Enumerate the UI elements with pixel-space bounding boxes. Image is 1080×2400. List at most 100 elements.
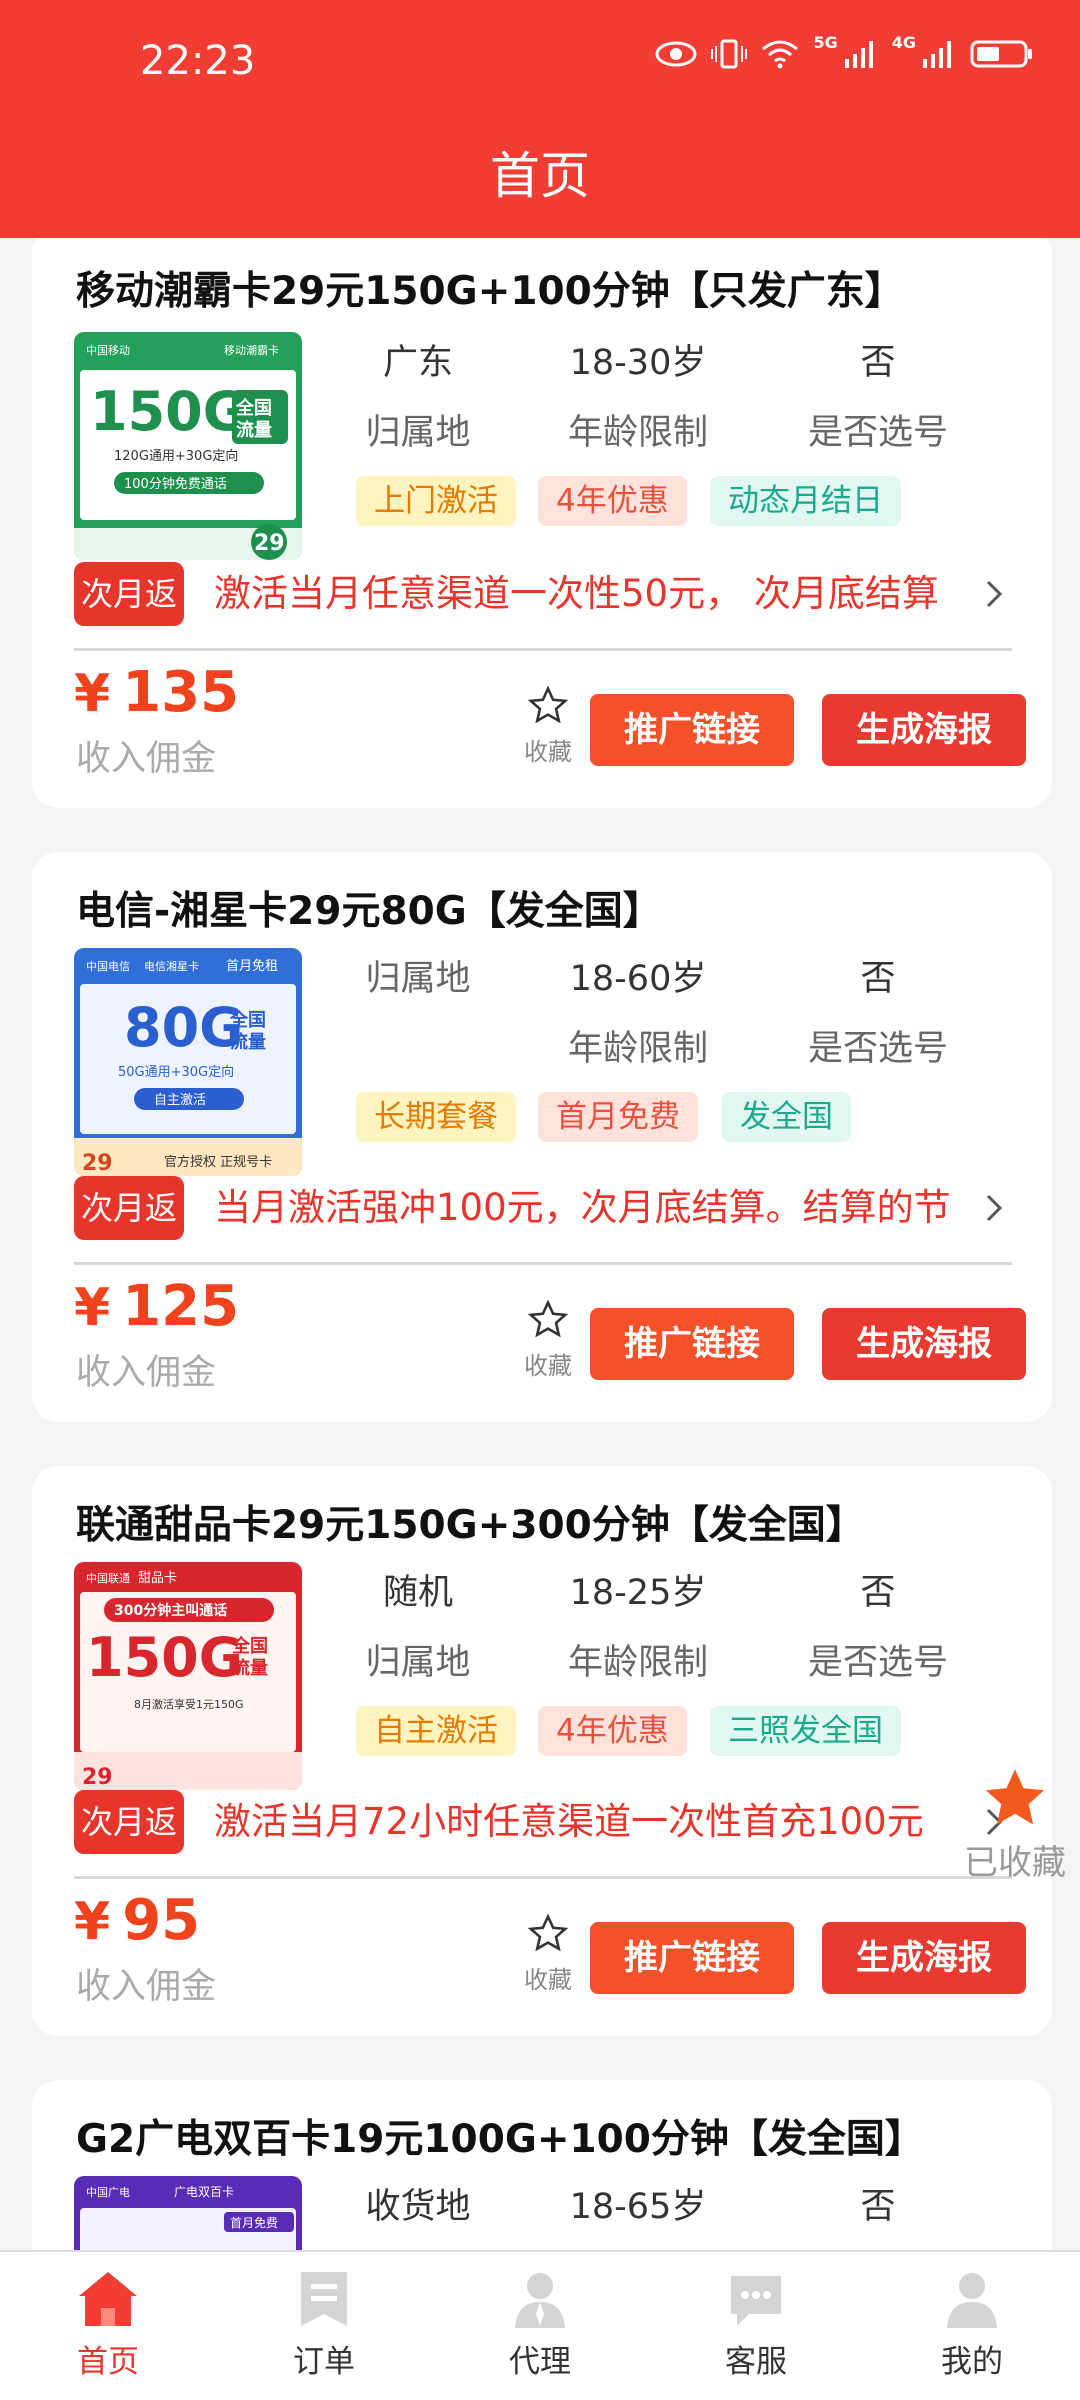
thumb-card-name: 移动潮霸卡 [224, 343, 279, 357]
product-title: 移动潮霸卡29元150G+100分钟【只发广东】 [76, 269, 904, 314]
generate-poster-button[interactable]: 生成海报 [822, 1308, 1026, 1380]
info-label-region: 归属地 [365, 959, 471, 999]
product-thumbnail: 中国联通 甜品卡 300分钟主叫通话 150G 全国 流量 8月激活享受1元15… [74, 1562, 302, 1790]
promo-link-button[interactable]: 推广链接 [590, 1308, 794, 1380]
tab-customer-service[interactable]: 客服 [648, 2252, 864, 2400]
floating-favorites-button[interactable]: 已收藏 [960, 1765, 1070, 1884]
rebate-badge: 次月返 [74, 1176, 184, 1240]
feature-tag: 上门激活 [356, 476, 516, 526]
tab-home[interactable]: 首页 [0, 2252, 216, 2400]
svg-text:流量: 流量 [236, 419, 272, 441]
svg-text:首月免租: 首月免租 [226, 959, 278, 974]
svg-text:全国: 全国 [231, 1635, 268, 1657]
favorite-button[interactable]: 收藏 [508, 684, 588, 767]
divider [74, 1876, 1012, 1879]
info-value-region: 广东 [382, 343, 453, 383]
info-value-age: 18-60岁 [569, 959, 707, 999]
battery-icon [970, 40, 1032, 68]
info-value-age: 18-65岁 [569, 2187, 707, 2227]
product-card[interactable]: 联通甜品卡29元150G+300分钟【发全国】 中国联通 甜品卡 300分钟主叫… [32, 1466, 1052, 2036]
star-outline-icon [527, 1913, 569, 1952]
divider [74, 648, 1012, 651]
feature-tag: 长期套餐 [356, 1092, 516, 1142]
agent-icon [515, 2273, 565, 2328]
thumb-brand: 中国电信 [86, 960, 130, 973]
svg-text:官方授权 正规号卡: 官方授权 正规号卡 [164, 1154, 272, 1170]
promo-link-button[interactable]: 推广链接 [590, 694, 794, 766]
signal-icon [923, 41, 951, 68]
tab-orders[interactable]: 订单 [216, 2252, 432, 2400]
network-5g-label: 5G [813, 32, 838, 52]
product-title: 电信-湘星卡29元80G【发全国】 [76, 889, 662, 934]
svg-text:流量: 流量 [232, 1657, 268, 1679]
info-value-choose-number: 否 [860, 1573, 896, 1613]
page-title: 首页 [490, 147, 590, 205]
star-outline-icon [527, 685, 569, 724]
product-title: 联通甜品卡29元150G+300分钟【发全国】 [76, 1503, 865, 1548]
income-label: 收入佣金 [76, 1353, 217, 1393]
info-label-region: 归属地 [365, 413, 471, 453]
info-label-choose-number: 是否选号 [807, 1643, 948, 1683]
star-outline-icon [527, 1299, 569, 1338]
rebate-description[interactable]: 激活当月72小时任意渠道一次性首充100元 [214, 1790, 984, 1854]
product-card[interactable]: 移动潮霸卡29元150G+100分钟【只发广东】 中国移动 移动潮霸卡 150G… [32, 238, 1052, 808]
info-value-region: 随机 [382, 1573, 453, 1613]
tab-profile[interactable]: 我的 [864, 2252, 1080, 2400]
status-icons: 5G 4G [655, 33, 1034, 70]
svg-text:全国: 全国 [229, 1009, 266, 1031]
info-label-choose-number: 是否选号 [807, 1029, 948, 1069]
svg-text:流量: 流量 [230, 1031, 266, 1053]
product-card[interactable]: G2广电双百卡19元100G+100分钟【发全国】 中国广电 广电双百卡 首月免… [32, 2080, 1052, 2250]
thumb-data: 150G [90, 380, 247, 443]
info-label-age: 年龄限制 [567, 1643, 708, 1683]
thumb-badge: 首月免费 [230, 2215, 278, 2230]
bottom-tab-bar: 首页 订单 代理 客服 我的 [0, 2250, 1080, 2400]
product-card[interactable]: 电信-湘星卡29元80G【发全国】 中国电信 电信湘星卡 首月免租 80G 全国… [32, 852, 1052, 1422]
product-title: G2广电双百卡19元100G+100分钟【发全国】 [76, 2117, 924, 2162]
thumb-minutes: 100分钟免费通话 [124, 476, 227, 492]
generate-poster-button[interactable]: 生成海报 [822, 1922, 1026, 1994]
info-value-region: 收货地 [365, 2187, 471, 2227]
svg-text:全国: 全国 [235, 397, 272, 419]
info-label-age: 年龄限制 [567, 1029, 708, 1069]
income-label: 收入佣金 [76, 1967, 217, 2007]
rebate-description[interactable]: 当月激活强冲100元，次月底结算。结算的节 [214, 1176, 984, 1240]
feature-tag: 发全国 [722, 1092, 851, 1142]
info-value-age: 18-30岁 [569, 343, 707, 383]
favorite-button[interactable]: 收藏 [508, 1912, 588, 1995]
chevron-right-icon[interactable] [978, 1176, 1008, 1240]
commission-price: ¥125 [74, 1274, 240, 1339]
rebate-badge: 次月返 [74, 1790, 184, 1854]
product-list[interactable]: 移动潮霸卡29元150G+100分钟【只发广东】 中国移动 移动潮霸卡 150G… [0, 238, 1080, 2250]
thumb-card-name: 电信湘星卡 [144, 959, 199, 973]
info-label-choose-number: 是否选号 [807, 413, 948, 453]
generate-poster-button[interactable]: 生成海报 [822, 694, 1026, 766]
feature-tag: 三照发全国 [710, 1706, 901, 1756]
thumb-minutes: 自主激活 [154, 1093, 206, 1108]
thumb-minutes: 300分钟主叫通话 [114, 1602, 227, 1619]
order-icon [301, 2272, 347, 2326]
service-icon [731, 2276, 781, 2326]
info-value-age: 18-25岁 [569, 1573, 707, 1613]
favorite-button[interactable]: 收藏 [508, 1298, 588, 1381]
thumb-card-name: 甜品卡 [138, 1570, 177, 1586]
info-label-region: 归属地 [365, 1643, 471, 1683]
commission-price: ¥95 [74, 1888, 201, 1953]
eye-icon [655, 41, 697, 67]
info-value-choose-number: 否 [860, 959, 896, 999]
promo-link-button[interactable]: 推广链接 [590, 1922, 794, 1994]
thumb-price: 29 [82, 1151, 113, 1176]
divider [74, 1262, 1012, 1265]
rebate-description[interactable]: 激活当月任意渠道一次性50元， 次月底结算 [214, 562, 984, 626]
star-filled-icon [985, 1769, 1045, 1825]
chevron-right-icon[interactable] [978, 562, 1008, 626]
rebate-badge: 次月返 [74, 562, 184, 626]
floating-favorites-label: 已收藏 [964, 1843, 1066, 1883]
thumb-sub: 50G通用+30G定向 [118, 1064, 234, 1080]
thumb-brand: 中国移动 [86, 344, 130, 357]
thumb-sub: 120G通用+30G定向 [114, 448, 238, 464]
feature-tag: 首月免费 [538, 1092, 698, 1142]
tab-agent[interactable]: 代理 [432, 2252, 648, 2400]
info-label-age: 年龄限制 [567, 413, 708, 453]
feature-tag: 自主激活 [356, 1706, 516, 1756]
